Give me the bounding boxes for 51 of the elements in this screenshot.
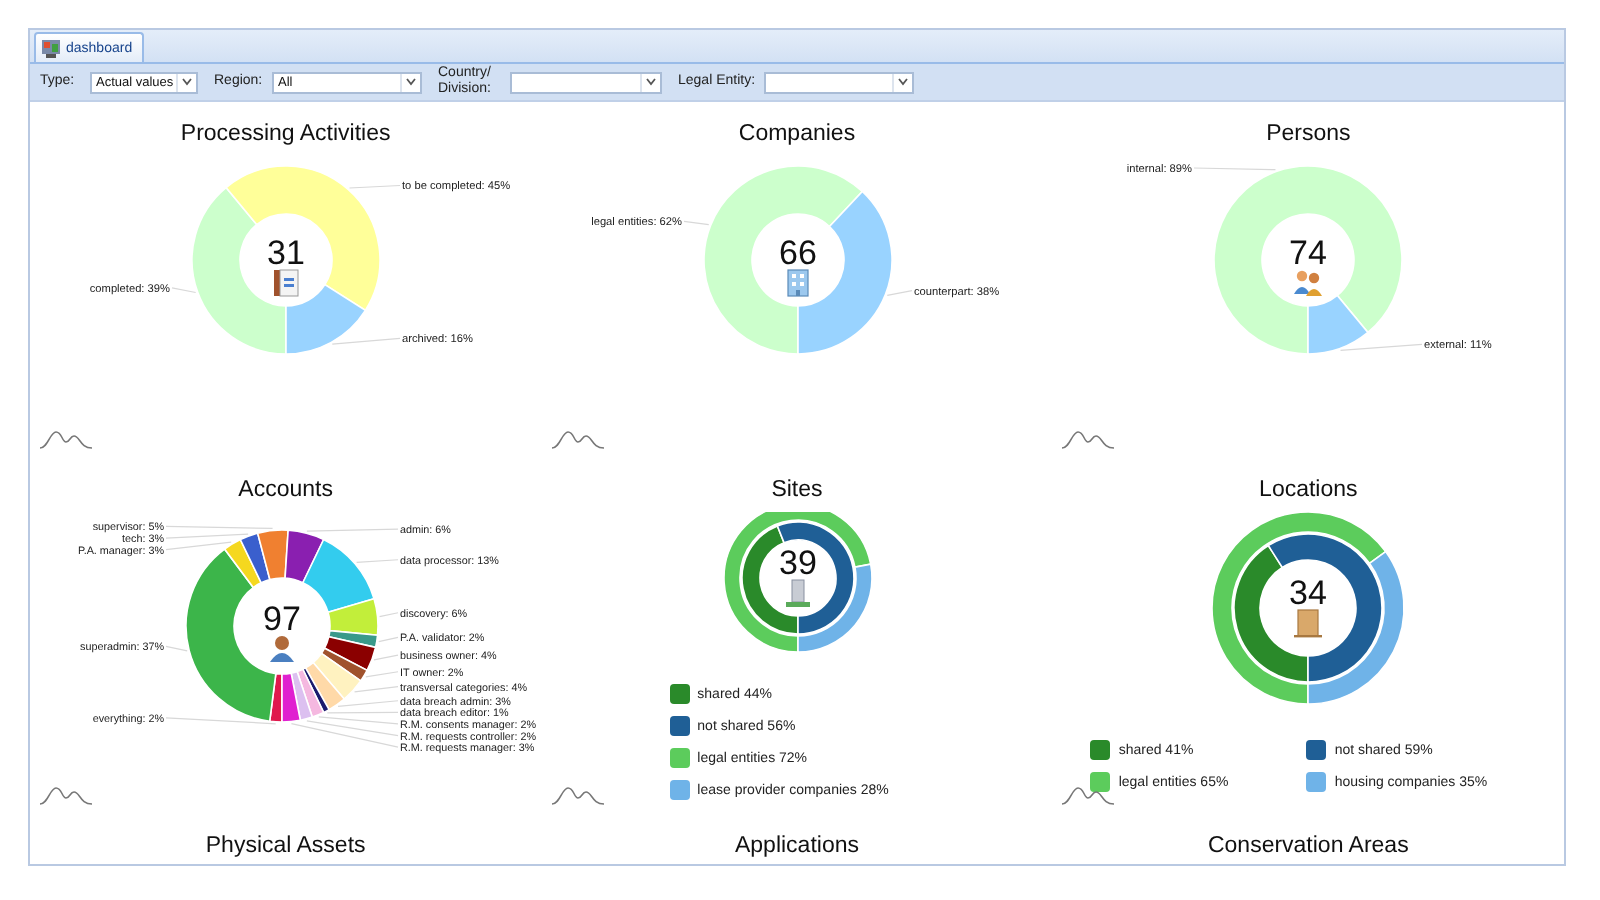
total-count: 31 [266, 234, 305, 272]
total-count: 34 [1289, 574, 1328, 612]
people-icon [1294, 270, 1323, 296]
leader-line [885, 290, 912, 296]
chevron-icon [898, 78, 908, 86]
leader-line [378, 612, 399, 618]
chevron-icon [406, 78, 416, 86]
leader-line [165, 717, 276, 725]
chart-title: Physical Assets [205, 832, 366, 860]
chart-title: Processing Activities [180, 120, 391, 148]
trend-icon[interactable] [38, 786, 94, 806]
leader-line [364, 671, 399, 678]
total-count: 39 [778, 544, 816, 582]
notebook-icon [273, 269, 299, 297]
dashboard-icon [42, 39, 60, 57]
leader-line [165, 645, 188, 652]
trend-icon[interactable] [549, 430, 606, 450]
chart-title: Companies [738, 120, 856, 148]
chart-title: Locations [1259, 476, 1358, 504]
total-count: 66 [778, 234, 816, 272]
chevron-icon [646, 78, 656, 86]
leader-line [682, 220, 709, 226]
chart-title: Applications [734, 832, 859, 860]
total-count: 74 [1289, 234, 1328, 272]
building-icon [786, 269, 808, 297]
trend-icon[interactable] [1060, 430, 1117, 450]
chart-title: Accounts [238, 476, 333, 504]
leader-line [355, 559, 399, 564]
leader-line [1340, 343, 1423, 351]
person-icon [269, 636, 294, 662]
leader-line [353, 685, 399, 693]
leader-line [1193, 167, 1277, 171]
chart-title: Conservation Areas [1207, 832, 1409, 860]
trend-icon[interactable] [38, 430, 94, 450]
trend-icon[interactable] [549, 786, 606, 806]
total-count: 97 [262, 600, 301, 638]
chart-title: Persons [1266, 120, 1351, 148]
leader-line [171, 287, 196, 294]
leader-line [337, 700, 399, 707]
leader-line [331, 337, 401, 345]
chart-title: Sites [771, 476, 823, 504]
leader-line [373, 654, 399, 661]
leader-line [348, 184, 401, 189]
donut-slice [280, 672, 301, 723]
chevron-icon [182, 78, 192, 86]
tower-icon [785, 579, 809, 607]
door-icon [1294, 609, 1323, 638]
leader-line [377, 636, 399, 643]
leader-line [305, 528, 399, 532]
leader-line [165, 525, 273, 530]
trend-icon[interactable] [1060, 786, 1117, 806]
